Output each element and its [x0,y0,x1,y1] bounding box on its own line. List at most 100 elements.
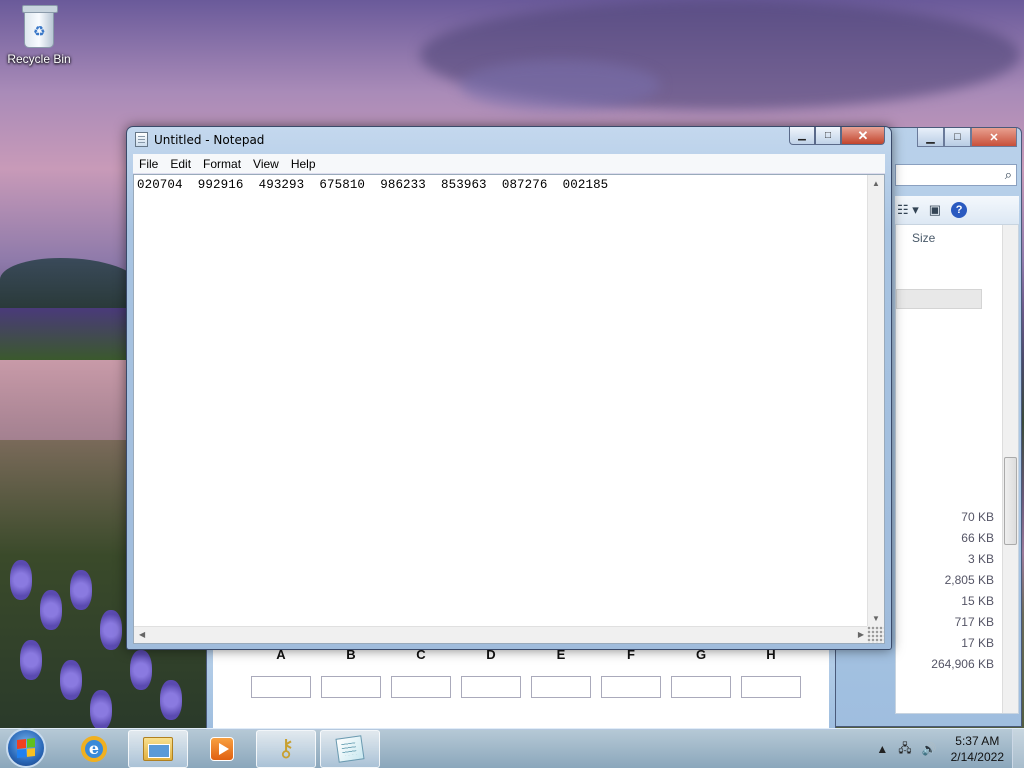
size-column-header[interactable]: Size [912,231,935,245]
input-box[interactable] [321,676,381,698]
column-c: C [391,647,451,698]
text-editor[interactable]: 020704 992916 493293 675810 986233 85396… [133,174,885,644]
flower [10,560,32,600]
column-h: H [741,647,801,698]
flower [70,570,92,610]
menu-format[interactable]: Format [197,157,247,171]
menu-help[interactable]: Help [285,157,322,171]
recycle-bin-label: Recycle Bin [7,52,71,66]
minimize-button[interactable]: ▁ [917,128,944,147]
flower [130,650,152,690]
input-box[interactable] [671,676,731,698]
horizontal-scrollbar[interactable]: ◀ ▶ [134,626,869,643]
preview-pane-icon[interactable]: ▣ [929,202,941,218]
help-icon[interactable]: ? [951,202,968,218]
explorer-toolbar: ☷ ▾ ▣ ? [895,196,1019,224]
search-box[interactable]: ⌕ [895,164,1017,186]
taskbar-media-player[interactable] [192,730,252,768]
search-icon[interactable]: ⌕ [1005,167,1012,183]
taskbar: e ⚷ ▲ 🖧 🔊 5:37 AM 2/14/2022 [0,727,1024,768]
meadow [0,308,140,362]
show-hidden-icons-icon[interactable]: ▲ [876,742,888,756]
file-size: 15 KB [961,594,994,608]
sky-cloud [460,60,660,110]
explorer-window-controls: ▁ □ ✕ [917,128,1017,147]
vertical-scrollbar[interactable] [1002,225,1018,713]
close-button[interactable]: ✕ [971,128,1017,147]
file-explorer-icon [143,736,173,761]
selected-row[interactable] [896,289,982,309]
clock-time: 5:37 AM [955,734,1000,748]
column-f: F [601,647,661,698]
form-window[interactable]: A B C D E F G H [206,640,836,730]
window-title: Untitled - Notepad [154,132,265,147]
scroll-right-icon[interactable]: ▶ [858,630,864,639]
taskbar-ie[interactable]: e [64,730,124,768]
file-size: 66 KB [961,531,994,545]
scroll-left-icon[interactable]: ◀ [139,630,145,639]
editor-content[interactable]: 020704 992916 493293 675810 986233 85396… [137,178,608,192]
maximize-button[interactable]: □ [815,127,841,145]
window-controls: ▁ □ ✕ [789,127,885,145]
file-size: 264,906 KB [931,657,994,671]
system-tray: ▲ 🖧 🔊 5:37 AM 2/14/2022 [876,729,1024,768]
close-button[interactable]: ✕ [841,127,885,145]
flower [20,640,42,680]
size-column: 70 KB 66 KB 3 KB 2,805 KB 15 KB 717 KB 1… [931,507,994,675]
notepad-icon [335,734,365,763]
show-desktop-button[interactable] [1012,729,1024,768]
flower [40,590,62,630]
maximize-button[interactable]: □ [944,128,971,147]
volume-icon[interactable]: 🔊 [922,742,937,756]
scroll-thumb[interactable] [1004,457,1017,545]
view-options-icon[interactable]: ☷ ▾ [897,202,919,218]
input-box[interactable] [461,676,521,698]
menu-file[interactable]: File [133,157,164,171]
column-g: G [671,647,731,698]
scroll-up-icon[interactable]: ▲ [872,179,880,188]
file-size: 2,805 KB [944,573,994,587]
notepad-icon [135,132,148,147]
form-body: A B C D E F G H [213,641,829,729]
network-icon[interactable]: 🖧 [898,739,911,760]
file-size: 17 KB [961,636,994,650]
menu-bar: File Edit Format View Help [133,154,885,174]
input-box[interactable] [741,676,801,698]
minimize-button[interactable]: ▁ [789,127,815,145]
clock[interactable]: 5:37 AM 2/14/2022 [951,733,1004,765]
taskbar-explorer[interactable] [128,729,188,768]
flower [160,680,182,720]
file-size: 70 KB [961,510,994,524]
start-button[interactable] [6,727,46,768]
flower [100,610,122,650]
scroll-down-icon[interactable]: ▼ [872,614,880,623]
keys-icon: ⚷ [277,735,295,762]
menu-edit[interactable]: Edit [164,157,197,171]
menu-view[interactable]: View [247,157,285,171]
flower [90,690,112,730]
windows-start-icon [17,737,35,758]
file-size: 717 KB [954,615,994,629]
recycle-bin-icon: ♻ [22,5,58,48]
internet-explorer-icon: e [81,735,107,762]
clock-date: 2/14/2022 [950,750,1004,764]
input-box[interactable] [531,676,591,698]
column-d: D [461,647,521,698]
column-b: B [321,647,381,698]
vertical-scrollbar[interactable]: ▲ ▼ [867,175,884,627]
notepad-window[interactable]: Untitled - Notepad ▁ □ ✕ File Edit Forma… [126,126,892,650]
file-list[interactable]: Size 70 KB 66 KB 3 KB 2,805 KB 15 KB 717… [895,224,1019,714]
media-player-icon [210,736,234,761]
title-bar[interactable]: Untitled - Notepad [135,132,264,147]
resize-grip[interactable] [867,626,884,643]
column-a: A [251,647,311,698]
input-box[interactable] [251,676,311,698]
flower [60,660,82,700]
taskbar-notepad[interactable] [320,729,380,768]
input-box[interactable] [391,676,451,698]
taskbar-keys-app[interactable]: ⚷ [256,729,316,768]
input-box[interactable] [601,676,661,698]
column-e: E [531,647,591,698]
recycle-bin[interactable]: ♻ Recycle Bin [4,5,74,66]
hills [0,258,140,308]
